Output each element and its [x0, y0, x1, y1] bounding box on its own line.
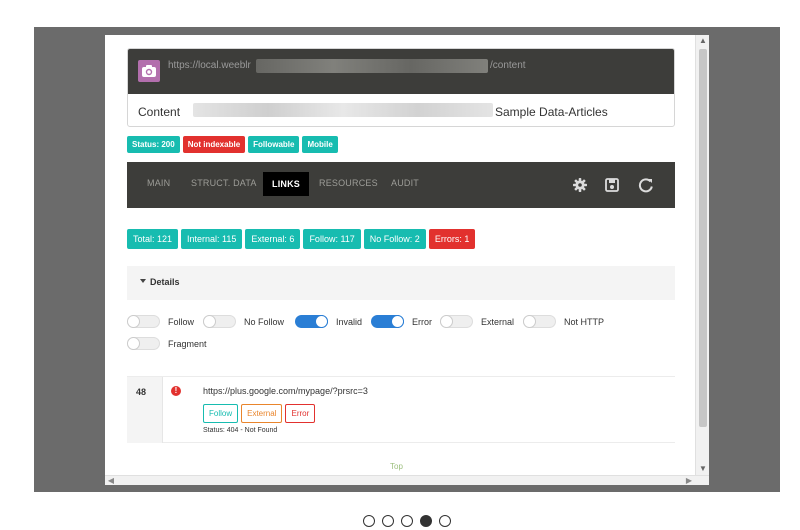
tab-bar: MAIN STRUCT. DATA LINKS RESOURCES AUDIT — [127, 162, 675, 208]
page-title-row: Content Sample Data-Articles — [128, 94, 674, 126]
status-badge: Status: 200 — [127, 136, 180, 153]
toggle-follow[interactable] — [127, 315, 160, 328]
carousel-dot[interactable] — [363, 515, 375, 527]
toggle-invalid[interactable] — [295, 315, 328, 328]
title-label: Content — [138, 105, 181, 119]
row-number-cell: 48 — [127, 377, 163, 443]
scroll-up-icon[interactable]: ▲ — [696, 35, 709, 47]
status-badge: Mobile — [302, 136, 338, 153]
filter-fragment: Fragment — [127, 337, 207, 350]
error-icon: ! — [171, 386, 181, 396]
toggle-knob — [523, 315, 536, 328]
toggle-knob — [203, 315, 216, 328]
link-url[interactable]: https://plus.google.com/mypage/?prsrc=3 — [203, 386, 368, 396]
tab-resources[interactable]: RESOURCES — [319, 178, 378, 188]
tag-follow: Follow — [203, 404, 239, 423]
table-row: 48 ! https://plus.google.com/mypage/?prs… — [127, 376, 675, 443]
tab-struct-data[interactable]: STRUCT. DATA — [191, 178, 257, 188]
filter-label: External — [481, 316, 515, 327]
filter-follow: Follow — [127, 315, 194, 328]
tab-links[interactable]: LINKS — [263, 172, 309, 196]
toggle-knob — [391, 315, 404, 328]
top-link[interactable]: Top — [390, 462, 403, 471]
carousel-pagination — [363, 515, 451, 527]
scroll-left-icon[interactable]: ◀ — [105, 476, 117, 485]
refresh-icon[interactable] — [638, 177, 654, 193]
filter-invalid: Invalid — [295, 315, 362, 328]
tab-audit[interactable]: AUDIT — [391, 178, 419, 188]
page-info-card: https://local.weeblr /content Content Sa… — [127, 48, 675, 127]
status-badges: Status: 200 Not indexable Followable Mobile — [127, 136, 338, 153]
tab-main[interactable]: MAIN — [147, 178, 170, 188]
tag-error: Error — [285, 404, 316, 423]
url-bar: https://local.weeblr /content — [128, 49, 674, 94]
details-label: Details — [150, 277, 180, 287]
horizontal-scrollbar[interactable]: ◀ ▶ — [105, 475, 709, 485]
toggle-external[interactable] — [440, 315, 473, 328]
filter-label: Not HTTP — [564, 316, 605, 327]
details-toggle[interactable]: Details — [127, 266, 675, 300]
toggle-knob — [315, 315, 328, 328]
toggle-error[interactable] — [371, 315, 404, 328]
count-badge[interactable]: Follow: 117 — [303, 229, 361, 249]
redacted-title — [193, 103, 493, 117]
tag-external: External — [241, 404, 283, 423]
title-text-end: Sample Data-Articles — [495, 105, 608, 119]
screenshot-frame: https://local.weeblr /content Content Sa… — [34, 27, 780, 492]
carousel-dot[interactable] — [401, 515, 413, 527]
save-icon[interactable] — [604, 177, 620, 193]
link-counts: Total: 121 Internal: 115 External: 6 Follow… — [127, 229, 476, 249]
filter-label: Follow — [168, 316, 195, 327]
vertical-scrollbar[interactable]: ▲ ▼ — [695, 35, 709, 475]
camera-icon[interactable] — [138, 60, 160, 82]
scroll-right-icon[interactable]: ▶ — [683, 476, 695, 485]
app-window: https://local.weeblr /content Content Sa… — [105, 35, 709, 485]
filter-not-http: Not HTTP — [523, 315, 604, 328]
count-badge[interactable]: No Follow: 2 — [363, 229, 426, 249]
count-badge[interactable]: Total: 121 — [127, 229, 179, 249]
caret-down-icon — [140, 279, 146, 283]
scroll-thumb[interactable] — [699, 49, 707, 427]
carousel-dot[interactable] — [382, 515, 394, 527]
gear-icon[interactable] — [572, 177, 588, 193]
filter-label: No Follow — [244, 316, 285, 327]
carousel-dot[interactable] — [420, 515, 432, 527]
count-badge[interactable]: Internal: 115 — [181, 229, 243, 249]
url-text-end: /content — [490, 60, 526, 71]
scroll-down-icon[interactable]: ▼ — [696, 463, 709, 475]
count-badge[interactable]: External: 6 — [245, 229, 301, 249]
link-tags: Follow External Error — [203, 404, 316, 423]
toggle-knob — [440, 315, 453, 328]
toggle-not-http[interactable] — [523, 315, 556, 328]
link-status: Status: 404 - Not Found — [203, 427, 278, 434]
filter-label: Fragment — [168, 338, 207, 349]
filter-label: Error — [412, 316, 432, 327]
status-badge: Followable — [248, 136, 300, 153]
filter-no-follow: No Follow — [203, 315, 284, 328]
count-badge[interactable]: Errors: 1 — [428, 229, 476, 249]
filter-external: External — [440, 315, 514, 328]
toggle-fragment[interactable] — [127, 337, 160, 350]
filter-label: Invalid — [336, 316, 363, 327]
redacted-url — [256, 59, 488, 73]
toggle-knob — [127, 315, 140, 328]
url-text-start: https://local.weeblr — [168, 60, 251, 71]
toggle-knob — [127, 337, 140, 350]
carousel-dot[interactable] — [439, 515, 451, 527]
row-number: 48 — [136, 387, 147, 397]
toggle-no-follow[interactable] — [203, 315, 236, 328]
status-badge: Not indexable — [182, 136, 246, 153]
filter-error: Error — [371, 315, 432, 328]
